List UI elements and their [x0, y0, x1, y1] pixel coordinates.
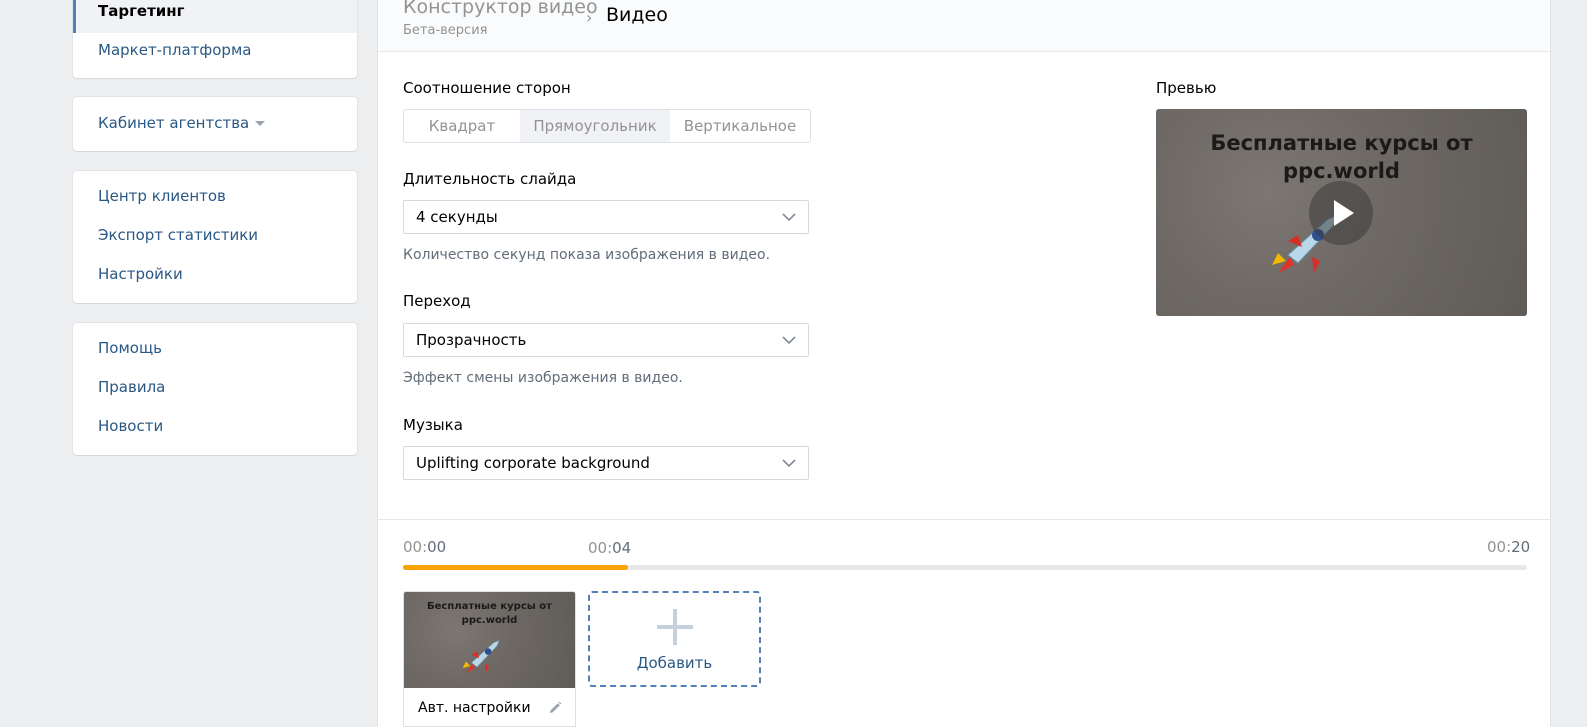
play-button[interactable]: [1309, 181, 1373, 245]
slide-image: Бесплатные курсы от ppc.world: [404, 592, 575, 688]
select-value: Uplifting corporate background: [416, 454, 650, 472]
transition-label: Переход: [403, 292, 471, 310]
rocket-icon: [462, 639, 500, 673]
timeline-progress: [403, 565, 628, 570]
timeline-end-time: 00:20: [1487, 538, 1531, 556]
breadcrumb: Конструктор видео Бета-версия › Видео: [378, 0, 1550, 52]
sidebar-item-label: Таргетинг: [98, 2, 185, 20]
caret-down-icon: [255, 121, 266, 126]
main-panel: Конструктор видео Бета-версия › Видео Со…: [377, 0, 1551, 727]
plus-icon: [657, 609, 693, 645]
sidebar-item-export-stats[interactable]: Экспорт статистики: [98, 226, 258, 244]
aspect-option-rectangle[interactable]: Прямоугольник: [520, 110, 670, 142]
sidebar-item-market-platform[interactable]: Маркет-платформа: [98, 41, 251, 59]
slide-duration-hint: Количество секунд показа изображения в в…: [403, 247, 771, 263]
sidebar-item-clients-center[interactable]: Центр клиентов: [98, 187, 226, 205]
sidebar-item-help[interactable]: Помощь: [98, 339, 162, 357]
sidebar-item-rules[interactable]: Правила: [98, 378, 165, 396]
sidebar-item-settings[interactable]: Настройки: [98, 265, 183, 283]
add-slide-label: Добавить: [636, 654, 713, 672]
slide-caption: Авт. настройки: [418, 700, 531, 716]
beta-label: Бета-версия: [403, 23, 488, 38]
chevron-down-icon: [782, 336, 796, 345]
aspect-ratio-switch: Квадрат Прямоугольник Вертикальное: [403, 109, 811, 143]
divider: [378, 519, 1550, 520]
video-preview[interactable]: Бесплатные курсы от ppc.world: [1156, 109, 1527, 316]
sidebar-item-label: Кабинет агентства: [98, 114, 250, 132]
sidebar-group-help: Помощь Правила Новости: [73, 323, 357, 455]
preview-text-line1: Бесплатные курсы от: [1210, 131, 1473, 155]
timeline-start-time: 00:00: [403, 538, 447, 556]
chevron-down-icon: [782, 213, 796, 222]
timeline-marker-time: 00:04: [588, 539, 632, 557]
transition-hint: Эффект смены изображения в видео.: [403, 370, 683, 386]
music-label: Музыка: [403, 416, 463, 434]
music-select[interactable]: Uplifting corporate background: [403, 446, 809, 480]
sidebar-group-clients: Центр клиентов Экспорт статистики Настро…: [73, 171, 357, 303]
chevron-down-icon: [782, 459, 796, 468]
aspect-option-vertical[interactable]: Вертикальное: [670, 110, 810, 142]
slide-text-line1: Бесплатные курсы от: [427, 601, 552, 612]
sidebar-item-targeting[interactable]: Таргетинг: [73, 0, 357, 33]
slide-duration-label: Длительность слайда: [403, 170, 577, 188]
preview-label: Превью: [1156, 79, 1217, 97]
slide-text-line2: ppc.world: [461, 615, 518, 626]
page-title: Видео: [606, 4, 668, 26]
breadcrumb-separator-icon: ›: [586, 8, 593, 27]
slide-duration-select[interactable]: 4 секунды: [403, 200, 809, 234]
sidebar-group-main: Таргетинг Маркет-платформа: [73, 0, 357, 78]
select-value: Прозрачность: [416, 331, 527, 349]
sidebar-group-agency: Кабинет агентства: [73, 97, 357, 151]
aspect-ratio-label: Соотношение сторон: [403, 79, 571, 97]
aspect-option-square[interactable]: Квадрат: [404, 110, 520, 142]
sidebar-item-agency-cabinet[interactable]: Кабинет агентства: [98, 114, 266, 132]
sidebar-item-news[interactable]: Новости: [98, 417, 163, 435]
select-value: 4 секунды: [416, 208, 498, 226]
add-slide-button[interactable]: Добавить: [588, 591, 761, 687]
timeline-track[interactable]: [403, 565, 1527, 570]
transition-select[interactable]: Прозрачность: [403, 323, 809, 357]
breadcrumb-parent[interactable]: Конструктор видео: [403, 0, 598, 18]
slide-thumbnail[interactable]: Бесплатные курсы от ppc.world Авт. настр…: [403, 591, 576, 727]
pencil-icon[interactable]: [547, 700, 563, 716]
